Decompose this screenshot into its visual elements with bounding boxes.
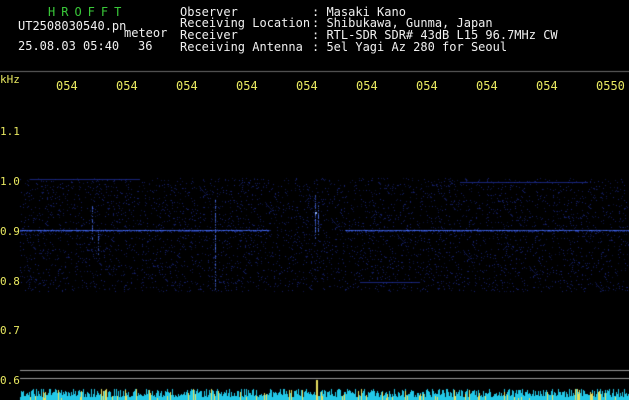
brand-title: HROFFT: [48, 5, 128, 19]
mode-label: meteor: [124, 26, 168, 40]
antenna-label: Receiving Antenna: [180, 40, 303, 54]
y-axis-unit: kHz: [0, 73, 20, 86]
x-tick-label: 054: [56, 79, 78, 93]
x-tick-label: 054: [176, 79, 198, 93]
y-tick-label: 1.1: [0, 125, 20, 138]
date-time: 25.08.03 05:40: [18, 39, 120, 53]
y-tick-label: 0.9: [0, 225, 20, 238]
y-tick-label: 0.8: [0, 275, 20, 288]
x-tick-label: 054: [236, 79, 258, 93]
x-tick-label: 0550: [596, 79, 625, 93]
x-tick-label: 054: [536, 79, 558, 93]
x-tick-label: 054: [356, 79, 378, 93]
y-tick-label: 0.6: [0, 374, 20, 387]
spectrogram-canvas: [0, 0, 629, 400]
file-name: UT2508030540.pn: [18, 19, 127, 33]
y-tick-label: 1.0: [0, 175, 20, 188]
x-tick-label: 054: [116, 79, 138, 93]
x-tick-label: 054: [416, 79, 438, 93]
x-tick-label: 054: [476, 79, 498, 93]
antenna-value: : 5el Yagi Az 280 for Seoul: [312, 40, 508, 54]
event-count: 36: [138, 39, 153, 53]
x-tick-label: 054: [296, 79, 318, 93]
y-tick-label: 0.7: [0, 324, 20, 337]
